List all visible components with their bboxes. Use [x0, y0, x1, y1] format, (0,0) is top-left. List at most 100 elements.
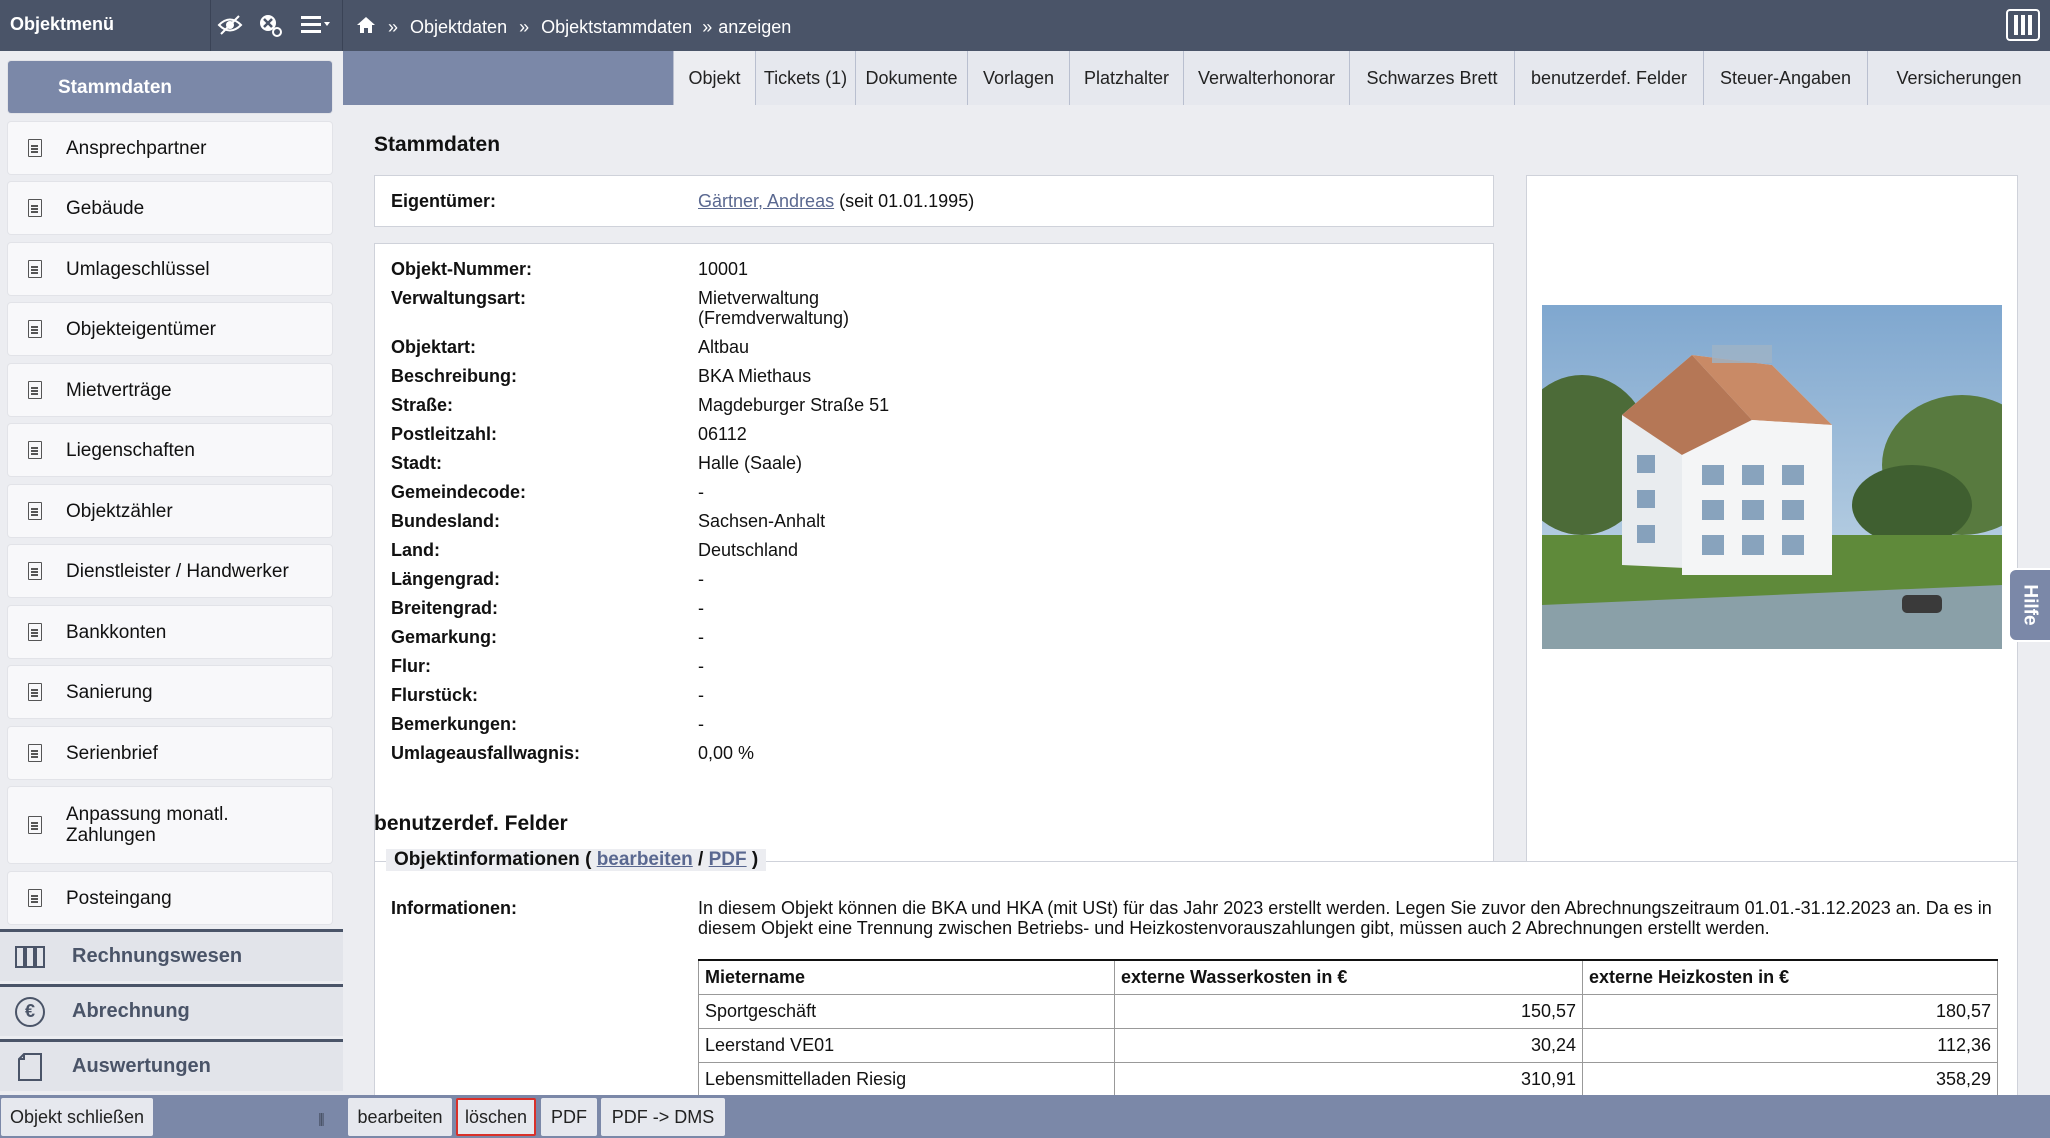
object-menu-title: Objektmenü — [10, 14, 115, 34]
water-cost: 30,24 — [1114, 1027, 1583, 1063]
sidebar-item-sanierung[interactable]: Sanierung — [8, 666, 332, 718]
list-menu-icon[interactable] — [298, 8, 334, 42]
sidebar-item-label: Stammdaten — [58, 76, 173, 98]
sidebar-item-serienbrief[interactable]: Serienbrief — [8, 727, 332, 779]
pdf-info-link[interactable]: PDF — [709, 849, 747, 870]
detail-label: Flurstück: — [391, 685, 479, 705]
sidebar-item-objekteigentuemer[interactable]: Objekteigentümer — [8, 303, 332, 355]
section-rechnungswesen[interactable]: Rechnungswesen — [0, 929, 343, 981]
owner-label: Eigentümer: — [391, 191, 497, 211]
detail-label: Gemarkung: — [391, 627, 498, 647]
breadcrumb: » Objektdaten » Objektstammdaten » anzei… — [356, 14, 791, 40]
tab-dokumente[interactable]: Dokumente — [855, 51, 967, 105]
tab-platzhalter[interactable]: Platzhalter — [1069, 51, 1183, 105]
sidebar-item-stammdaten[interactable]: Stammdaten — [8, 61, 332, 113]
section-auswertungen[interactable]: Auswertungen — [0, 1039, 343, 1091]
detail-value: Halle (Saale) — [698, 453, 803, 473]
pdf-button[interactable]: PDF — [541, 1098, 597, 1136]
document-icon — [28, 139, 42, 157]
tab-schwarzes-brett[interactable]: Schwarzes Brett — [1349, 51, 1514, 105]
tab-vorlagen[interactable]: Vorlagen — [967, 51, 1069, 105]
sidebar-item-bankkonten[interactable]: Bankkonten — [8, 606, 332, 658]
heating-cost: 180,57 — [1582, 993, 1998, 1029]
close-circle-gear-icon[interactable] — [252, 8, 288, 42]
table-row: Leerstand VE01 30,24 112,36 — [698, 1027, 1998, 1063]
detail-label: Flur: — [391, 656, 431, 676]
breadcrumb-separator: » — [519, 16, 530, 37]
detail-label: Umlageausfallwagnis: — [391, 743, 581, 763]
document-icon — [28, 562, 42, 580]
tab-tickets[interactable]: Tickets (1) — [755, 51, 855, 105]
detail-label: Straße: — [391, 395, 454, 415]
tab-benutzerdef-felder[interactable]: benutzerdef. Felder — [1514, 51, 1703, 105]
delete-button[interactable]: löschen — [456, 1098, 536, 1136]
resize-grip-icon[interactable]: ||| — [318, 1110, 325, 1126]
detail-value: - — [698, 656, 704, 676]
water-cost: 310,91 — [1114, 1061, 1583, 1097]
visibility-settings-icon[interactable] — [212, 8, 248, 42]
help-label: Hilfe — [2020, 584, 2041, 626]
sidebar-item-umlageschluessel[interactable]: Umlageschlüssel — [8, 243, 332, 295]
detail-label: Objektart: — [391, 337, 477, 357]
detail-label: Gemeindecode: — [391, 482, 527, 502]
owner-link[interactable]: Gärtner, Andreas — [698, 191, 834, 211]
sidebar-item-liegenschaften[interactable]: Liegenschaften — [8, 424, 332, 476]
owner-value: Gärtner, Andreas (seit 01.01.1995) — [698, 191, 974, 211]
tenant-name: Lebensmittelladen Riesig — [698, 1061, 1115, 1097]
sidebar-item-label: Liegenschaften — [66, 439, 195, 461]
heating-cost: 112,36 — [1582, 1027, 1998, 1063]
section-label: Abrechnung — [72, 1000, 190, 1022]
tenant-name: Leerstand VE01 — [698, 1027, 1115, 1063]
sidebar-item-anpassung-zahlungen[interactable]: Anpassung monatl. Zahlungen — [8, 787, 332, 863]
breadcrumb-anzeigen: anzeigen — [718, 16, 792, 37]
column-header: Mietername — [698, 959, 1115, 995]
tab-versicherungen[interactable]: Versicherungen — [1867, 51, 2050, 105]
panel-toggle-icon[interactable] — [2006, 9, 2040, 41]
detail-label: Breitengrad: — [391, 598, 499, 618]
help-tab[interactable]: Hilfe — [2008, 568, 2050, 642]
tab-objekt[interactable]: Objekt — [673, 51, 755, 105]
edit-info-link[interactable]: bearbeiten — [597, 849, 693, 870]
heating-cost: 358,29 — [1582, 1061, 1998, 1097]
document-icon — [28, 502, 42, 520]
detail-value: 06112 — [698, 424, 747, 444]
breadcrumb-separator: » — [388, 16, 399, 37]
info-text: In diesem Objekt können die BKA und HKA … — [698, 898, 1992, 938]
tab-steuer-angaben[interactable]: Steuer-Angaben — [1703, 51, 1867, 105]
breadcrumb-objektdaten[interactable]: Objektdaten — [410, 17, 507, 38]
breadcrumb-objektstammdaten[interactable]: Objektstammdaten — [541, 17, 692, 38]
object-menu-header: Objektmenü — [0, 0, 343, 51]
detail-value: - — [698, 569, 704, 589]
document-icon — [28, 441, 42, 459]
pdf-to-dms-button[interactable]: PDF -> DMS — [601, 1098, 725, 1136]
document-icon — [28, 744, 42, 762]
edit-button[interactable]: bearbeiten — [348, 1098, 452, 1136]
sidebar-item-dienstleister[interactable]: Dienstleister / Handwerker — [8, 545, 332, 597]
detail-value: 0,00 % — [698, 743, 755, 763]
tab-verwalterhonorar[interactable]: Verwalterhonorar — [1183, 51, 1349, 105]
sidebar-item-posteingang[interactable]: Posteingang — [8, 872, 332, 924]
detail-label: Bemerkungen: — [391, 714, 518, 734]
sidebar: Stammdaten Ansprechpartner Gebäude Umlag… — [0, 51, 343, 1095]
tab-bar: Objekt Tickets (1) Dokumente Vorlagen Pl… — [343, 51, 2050, 105]
sidebar-item-ansprechpartner[interactable]: Ansprechpartner — [8, 122, 332, 174]
detail-label: Postleitzahl: — [391, 424, 498, 444]
document-icon — [28, 260, 42, 278]
sidebar-item-label: Serienbrief — [66, 742, 158, 764]
document-icon — [28, 683, 42, 701]
document-icon — [28, 320, 42, 338]
table-header-row: Mietername externe Wasserkosten in € ext… — [698, 959, 1998, 995]
document-icon — [28, 816, 42, 834]
detail-label: Längengrad: — [391, 569, 501, 589]
section-abrechnung[interactable]: € Abrechnung — [0, 984, 343, 1036]
sidebar-item-mietvertraege[interactable]: Mietverträge — [8, 364, 332, 416]
divider — [210, 0, 211, 51]
home-icon[interactable] — [356, 14, 376, 40]
document-icon — [28, 381, 42, 399]
sidebar-item-label: Anpassung monatl. Zahlungen — [66, 804, 229, 846]
bottom-toolbar: Objekt schließen ||| bearbeiten löschen … — [0, 1095, 2050, 1138]
sidebar-item-objektzaehler[interactable]: Objektzähler — [8, 485, 332, 537]
close-object-button[interactable]: Objekt schließen — [1, 1098, 153, 1136]
sidebar-item-label: Mietverträge — [66, 379, 172, 401]
sidebar-item-gebaeude[interactable]: Gebäude — [8, 182, 332, 234]
